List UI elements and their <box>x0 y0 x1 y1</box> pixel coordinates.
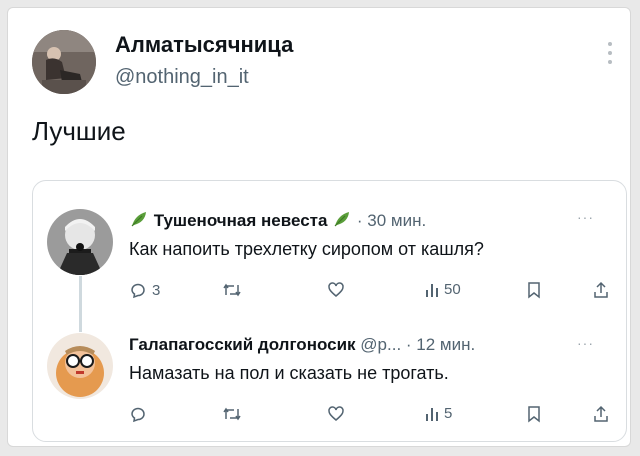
retweet-icon <box>223 283 241 297</box>
like-button[interactable] <box>327 405 345 423</box>
heart-icon <box>328 406 344 421</box>
bookmark-button[interactable] <box>527 281 541 299</box>
tweet2-actions: 5 <box>129 405 609 425</box>
author-handle[interactable]: @nothing_in_it <box>115 66 249 89</box>
views-icon <box>426 407 438 421</box>
tweet2-author-name[interactable]: Галапагосский долгоносик <box>129 335 356 354</box>
reply-icon <box>131 407 145 423</box>
author-name[interactable]: Алматысячница <box>115 32 293 58</box>
like-button[interactable] <box>327 281 345 299</box>
leaf-emoji-icon <box>332 209 352 234</box>
tweet2-header: Галапагосский долгоносик @р... · 12 мин. <box>129 335 475 355</box>
quoted-thread[interactable]: Тушеночная невеста · 30 мин. ··· Как нап… <box>32 180 627 442</box>
tweet2-meta: @р... · 12 мин. <box>360 335 476 354</box>
views-button[interactable]: 50 <box>425 281 461 298</box>
tweet1-avatar[interactable] <box>47 209 113 275</box>
views-button[interactable]: 5 <box>425 405 452 422</box>
tweet2-more-icon[interactable]: ··· <box>577 335 594 351</box>
retweet-icon <box>223 407 241 421</box>
share-button[interactable] <box>593 281 609 299</box>
tweet1-author-name[interactable]: Тушеночная невеста <box>154 211 328 230</box>
bookmark-icon <box>528 282 540 299</box>
tweet1-meta: · 30 мин. <box>356 211 427 230</box>
bookmark-icon <box>528 406 540 423</box>
tweet1-more-icon[interactable]: ··· <box>577 209 594 225</box>
author-avatar[interactable] <box>32 30 96 94</box>
retweet-button[interactable] <box>222 281 242 299</box>
post-text: Лучшие <box>32 116 126 146</box>
share-icon <box>594 281 608 298</box>
reply-button[interactable] <box>129 405 152 423</box>
reply-icon <box>131 283 145 299</box>
retweet-button[interactable] <box>222 405 242 423</box>
leaf-emoji-icon <box>129 209 149 234</box>
share-button[interactable] <box>593 405 609 423</box>
bookmark-button[interactable] <box>527 405 541 423</box>
tweet1-text: Как напоить трехлетку сиропом от кашля? <box>129 239 484 259</box>
tweet2-avatar[interactable] <box>47 333 113 399</box>
tweet1-header: Тушеночная невеста · 30 мин. <box>129 209 426 234</box>
more-vertical-icon[interactable] <box>608 42 614 69</box>
reply-button[interactable]: 3 <box>129 281 160 299</box>
tweet-card: Алматысячница @nothing_in_it Лучшие Туше… <box>7 7 631 447</box>
share-icon <box>594 405 608 422</box>
heart-icon <box>328 282 344 297</box>
thread-connector <box>79 276 82 332</box>
tweet2-text: Намазать на пол и сказать не трогать. <box>129 363 449 383</box>
tweet1-actions: 3 50 <box>129 281 609 301</box>
views-icon <box>426 283 438 297</box>
